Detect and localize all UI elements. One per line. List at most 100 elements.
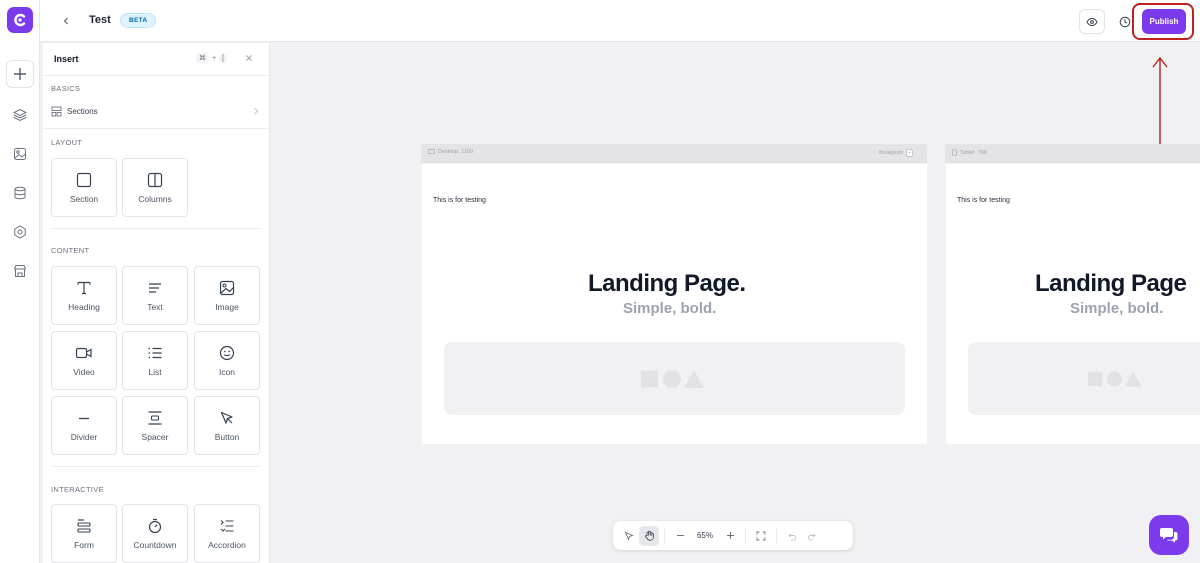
chevron-right-icon xyxy=(254,107,259,115)
columns-tile[interactable]: Columns xyxy=(122,158,188,217)
spacer-icon xyxy=(148,411,162,425)
form-icon xyxy=(77,519,91,533)
panel-divider xyxy=(51,228,260,229)
fit-screen-button[interactable] xyxy=(751,526,771,546)
desktop-landing-subheading[interactable]: Simple, bold. xyxy=(623,300,716,317)
content-section-label: CONTENT xyxy=(51,246,90,255)
settings-rail-button[interactable] xyxy=(6,218,34,246)
left-rail xyxy=(0,0,40,563)
video-icon xyxy=(75,347,92,359)
list-icon xyxy=(148,347,162,359)
video-tile-label: Video xyxy=(73,367,95,377)
desktop-frame-name: Desktop xyxy=(438,149,459,155)
heading-tile[interactable]: Heading xyxy=(51,266,117,325)
columns-tile-label: Columns xyxy=(138,194,172,204)
layout-section-label: LAYOUT xyxy=(51,138,83,147)
media-rail-button[interactable] xyxy=(6,140,34,168)
interactive-section-label: INTERACTIVE xyxy=(51,485,104,494)
insert-panel-header: Insert ⌘ + [ xyxy=(43,43,269,76)
spacer-tile-label: Spacer xyxy=(141,432,169,442)
hand-icon xyxy=(644,530,654,541)
panel-divider xyxy=(51,466,260,467)
zoom-out-button[interactable] xyxy=(670,526,690,546)
countdown-tile-label: Countdown xyxy=(133,540,177,550)
zoom-in-button[interactable] xyxy=(720,526,740,546)
minus-icon xyxy=(676,535,684,536)
shortcut-key: ⌘ xyxy=(196,53,209,63)
add-breakpoint-icon[interactable]: + xyxy=(905,149,913,157)
tablet-icon xyxy=(952,149,957,156)
pointer-icon xyxy=(624,531,634,541)
icon-tile[interactable]: Icon xyxy=(194,331,260,390)
list-tile[interactable]: List xyxy=(122,331,188,390)
form-tile[interactable]: Form xyxy=(51,504,117,563)
preview-button[interactable] xyxy=(1079,9,1105,34)
heading-icon xyxy=(77,281,91,295)
text-tile[interactable]: Text xyxy=(122,266,188,325)
app-logo[interactable] xyxy=(7,7,33,33)
section-tile[interactable]: Section xyxy=(51,158,117,217)
form-tile-label: Form xyxy=(74,540,94,550)
back-button[interactable] xyxy=(56,11,76,31)
desktop-frame-width: 1100 xyxy=(461,149,474,155)
tablet-landing-subheading[interactable]: Simple, bold. xyxy=(1070,300,1163,317)
store-rail-button[interactable] xyxy=(6,257,34,285)
smiley-icon xyxy=(219,345,235,361)
tablet-landing-heading[interactable]: Landing Page xyxy=(1035,270,1187,298)
sections-menu-item[interactable]: Sections xyxy=(51,104,259,118)
chevron-left-icon xyxy=(63,17,68,25)
chat-icon xyxy=(1160,528,1178,543)
support-chat-button[interactable] xyxy=(1149,515,1189,555)
spacer-tile[interactable]: Spacer xyxy=(122,396,188,455)
list-tile-label: List xyxy=(148,367,162,377)
clock-icon xyxy=(1119,16,1131,27)
tablet-media-placeholder[interactable] xyxy=(968,342,1200,415)
text-lines-icon xyxy=(149,283,161,293)
video-tile[interactable]: Video xyxy=(51,331,117,390)
annotation-highlight-box xyxy=(1132,3,1194,40)
redo-button[interactable] xyxy=(802,526,822,546)
editor-canvas[interactable]: Desktop 1100 Breakpoint + This is for te… xyxy=(271,43,1200,563)
tablet-frame-header[interactable]: Tablet 768 xyxy=(945,144,1200,163)
close-panel-button[interactable] xyxy=(243,52,255,64)
database-icon xyxy=(14,186,26,200)
basics-section-label: BASICS xyxy=(51,84,81,93)
insert-rail-button[interactable] xyxy=(6,60,34,88)
desktop-frame-header[interactable]: Desktop 1100 Breakpoint + xyxy=(421,144,927,163)
desktop-landing-heading[interactable]: Landing Page. xyxy=(588,270,746,298)
sections-label: Sections xyxy=(67,106,98,116)
heading-tile-label: Heading xyxy=(68,302,100,312)
countdown-tile[interactable]: Countdown xyxy=(122,504,188,563)
shortcut-plus: + xyxy=(212,54,217,62)
desktop-frame[interactable]: This is for testing Landing Page. Simple… xyxy=(422,164,927,444)
accordion-tile[interactable]: Accordion xyxy=(194,504,260,563)
desktop-media-placeholder[interactable] xyxy=(444,342,905,415)
divider-icon xyxy=(79,417,89,420)
toolbar-separator xyxy=(664,528,665,543)
zoom-level[interactable]: 65% xyxy=(690,531,720,540)
hand-tool-button[interactable] xyxy=(639,525,659,546)
layers-rail-button[interactable] xyxy=(6,101,34,129)
insert-shortcut-hint: ⌘ + [ xyxy=(196,53,228,63)
button-tile[interactable]: Button xyxy=(194,396,260,455)
monitor-icon xyxy=(428,149,435,154)
tablet-frame[interactable]: This is for testing Landing Page Simple,… xyxy=(946,164,1200,444)
sections-icon xyxy=(51,106,62,116)
icon-tile-label: Icon xyxy=(218,367,236,377)
accordion-tile-label: Accordion xyxy=(208,540,246,550)
divider-tile[interactable]: Divider xyxy=(51,396,117,455)
tablet-testing-text[interactable]: This is for testing xyxy=(957,197,1010,204)
desktop-testing-text[interactable]: This is for testing xyxy=(433,197,486,204)
toolbar-separator xyxy=(776,528,777,543)
image-tile[interactable]: Image xyxy=(194,266,260,325)
accordion-icon xyxy=(220,520,234,532)
data-rail-button[interactable] xyxy=(6,179,34,207)
canvas-toolbar: 65% xyxy=(613,521,853,550)
undo-button[interactable] xyxy=(782,526,802,546)
cursor-icon xyxy=(220,411,233,424)
page-title: Test xyxy=(89,14,111,26)
image-icon xyxy=(219,280,235,296)
image-tile-label: Image xyxy=(215,302,239,312)
select-tool-button[interactable] xyxy=(619,526,639,546)
insert-panel-title: Insert xyxy=(54,54,79,64)
